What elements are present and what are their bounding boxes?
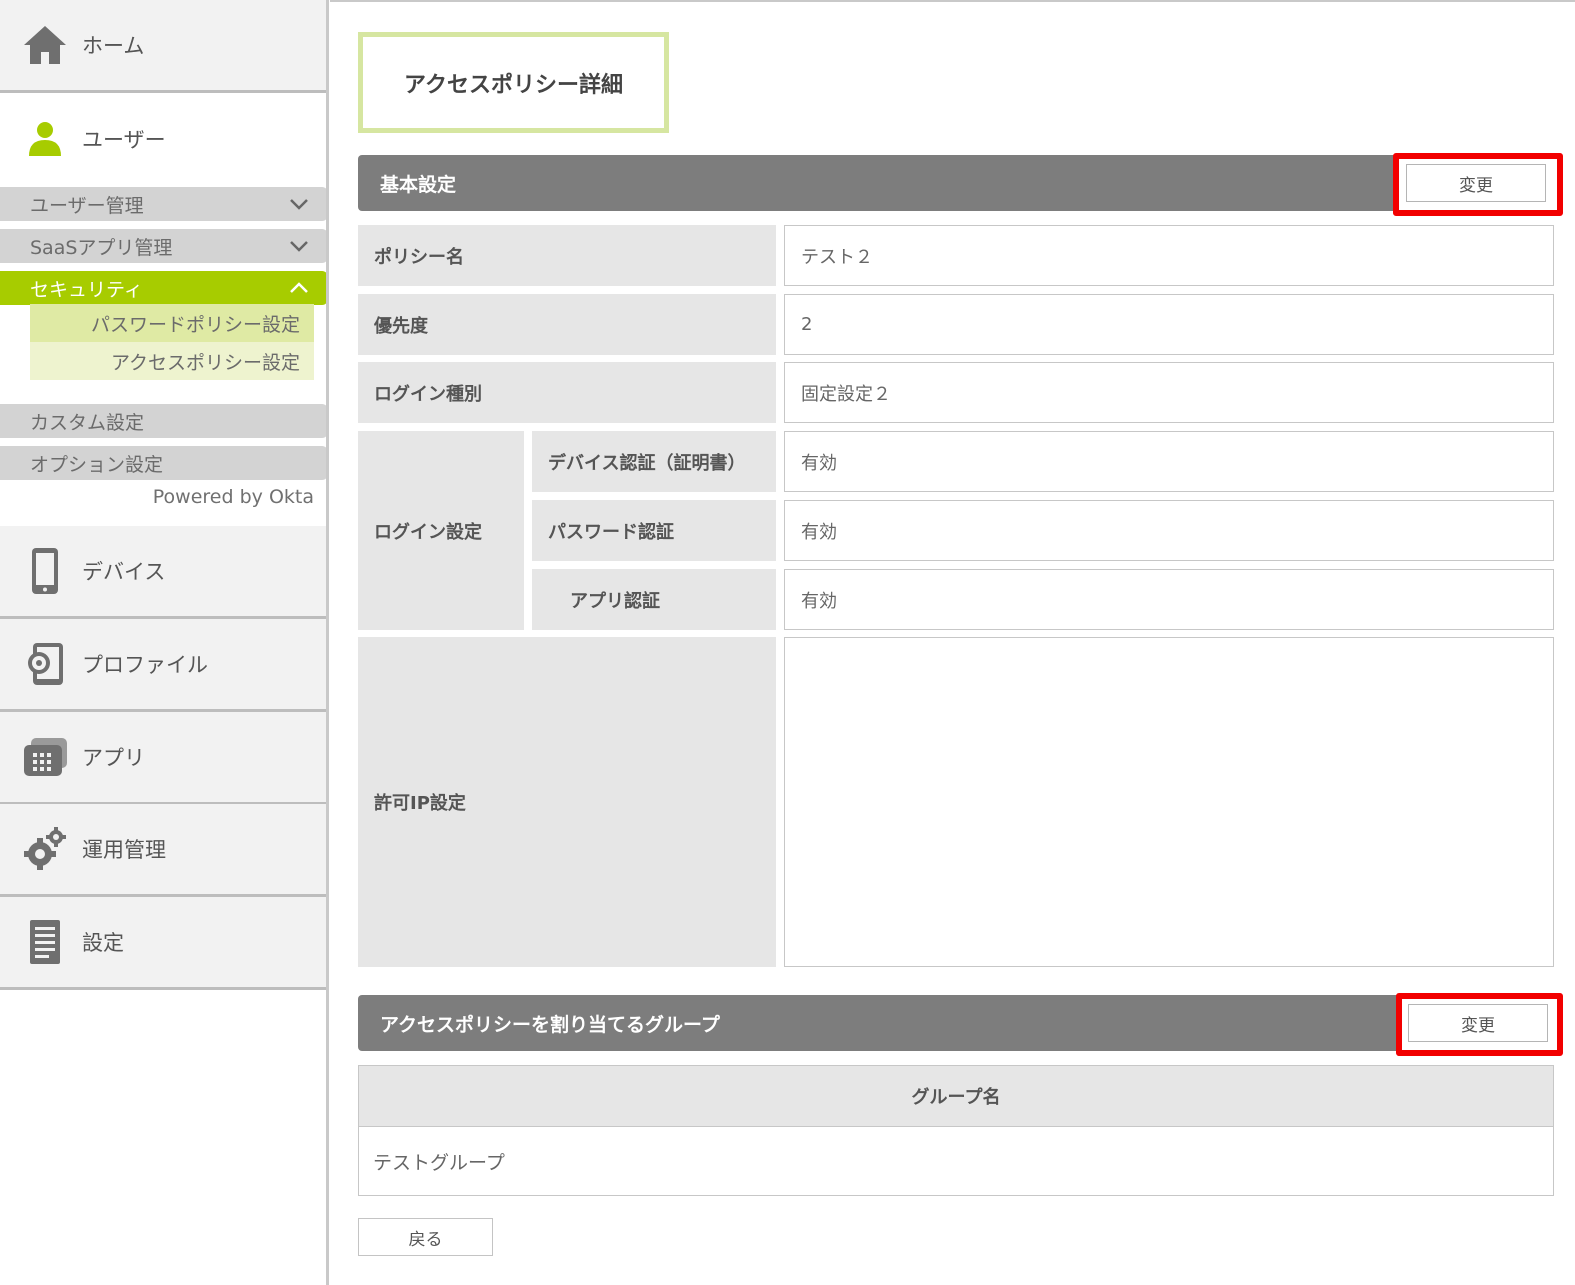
field-value: 2 (801, 314, 813, 335)
sidebar: ホーム ユーザー ユーザー管理 SaaSアプリ管理 セキュリティ パスワードポリ… (0, 0, 330, 1285)
nav-profile[interactable]: プロファイル (0, 619, 328, 712)
nav-device-label: デバイス (82, 560, 166, 584)
field-label: ログイン設定 (374, 521, 482, 543)
field-label: 許可IP設定 (374, 793, 466, 814)
sidebar-item-label: SaaSアプリ管理 (30, 236, 173, 259)
value-password-auth: 有効 (784, 500, 1554, 561)
value-app-auth: 有効 (784, 569, 1554, 630)
nav-settings[interactable]: 設定 (0, 897, 328, 990)
page-title-text: アクセスポリシー詳細 (404, 72, 623, 98)
user-icon (20, 114, 70, 164)
value-priority: 2 (784, 294, 1554, 355)
back-button[interactable]: 戻る (358, 1218, 493, 1256)
apps-icon (20, 732, 70, 782)
field-label: ポリシー名 (374, 246, 464, 268)
table-header-group-name: グループ名 (359, 1066, 1553, 1127)
label-login-type: ログイン種別 (358, 362, 776, 423)
sidebar-item-label: パスワードポリシー設定 (90, 313, 300, 336)
change-button-label: 変更 (1459, 175, 1493, 196)
nav-profile-label: プロファイル (82, 653, 208, 677)
change-groups-button[interactable]: 変更 (1408, 1004, 1548, 1042)
document-icon (20, 917, 70, 967)
section-header-basic: 基本設定 (358, 155, 1554, 211)
column-label: グループ名 (911, 1087, 1001, 1108)
nav-operations[interactable]: 運用管理 (0, 804, 328, 897)
label-priority: 優先度 (358, 294, 776, 355)
sidebar-item-option-settings[interactable]: オプション設定 (0, 446, 328, 480)
section-title: アクセスポリシーを割り当てるグループ (380, 1013, 720, 1036)
chevron-down-icon (290, 241, 308, 252)
back-button-label: 戻る (408, 1229, 443, 1250)
profile-gear-icon (20, 639, 70, 689)
smartphone-icon (20, 546, 70, 596)
nav-settings-label: 設定 (82, 931, 124, 955)
field-label: 優先度 (374, 315, 428, 337)
table-row[interactable]: テストグループ (359, 1128, 1553, 1195)
value-device-auth: 有効 (784, 431, 1554, 492)
field-value: 固定設定２ (801, 383, 891, 405)
label-login-settings: ログイン設定 (358, 431, 524, 630)
label-password-auth: パスワード認証 (532, 500, 776, 561)
page-title: アクセスポリシー詳細 (358, 32, 669, 133)
nav-device[interactable]: デバイス (0, 526, 328, 619)
sidebar-item-label: セキュリティ (30, 278, 143, 301)
change-button-label: 変更 (1461, 1015, 1495, 1036)
chevron-up-icon (290, 282, 308, 293)
nav-user-label: ユーザー (82, 128, 166, 152)
nav-operations-label: 運用管理 (82, 838, 166, 862)
field-label: パスワード認証 (548, 521, 674, 543)
chevron-down-icon (290, 199, 308, 210)
label-policy-name: ポリシー名 (358, 225, 776, 286)
value-policy-name: テスト２ (784, 225, 1554, 286)
value-allowed-ip (784, 637, 1554, 967)
sidebar-item-label: オプション設定 (30, 453, 164, 476)
sidebar-item-password-policy[interactable]: パスワードポリシー設定 (30, 304, 314, 342)
section-header-groups: アクセスポリシーを割り当てるグループ (358, 995, 1554, 1051)
nav-apps-label: アプリ (82, 746, 145, 770)
field-label: ログイン種別 (374, 383, 482, 405)
powered-by-text: Powered by Okta (152, 486, 314, 508)
change-highlight: 変更 (1393, 153, 1563, 216)
change-highlight: 変更 (1396, 993, 1563, 1056)
group-name-cell: テストグループ (373, 1152, 505, 1174)
change-basic-button[interactable]: 変更 (1406, 164, 1546, 202)
nav-user[interactable]: ユーザー (0, 95, 328, 183)
gears-icon (20, 824, 70, 874)
section-title: 基本設定 (380, 173, 457, 196)
label-allowed-ip: 許可IP設定 (358, 637, 776, 967)
field-value: 有効 (801, 590, 837, 612)
sidebar-item-label: ユーザー管理 (30, 194, 144, 217)
label-app-auth: アプリ認証 (532, 569, 776, 630)
field-value: 有効 (801, 452, 837, 474)
groups-table: グループ名 テストグループ (358, 1065, 1554, 1196)
nav-apps[interactable]: アプリ (0, 712, 328, 805)
sidebar-item-label: カスタム設定 (30, 411, 145, 434)
sidebar-item-security[interactable]: セキュリティ (0, 271, 328, 305)
sidebar-item-saas-apps[interactable]: SaaSアプリ管理 (0, 229, 328, 263)
field-value: 有効 (801, 521, 837, 543)
field-label: デバイス認証（証明書） (548, 452, 746, 474)
field-label: アプリ認証 (570, 590, 660, 612)
home-icon (20, 20, 70, 70)
sidebar-divider (326, 0, 329, 1285)
nav-home[interactable]: ホーム (0, 0, 328, 93)
nav-home-label: ホーム (82, 34, 145, 58)
sidebar-item-access-policy[interactable]: アクセスポリシー設定 (30, 342, 314, 380)
label-device-auth: デバイス認証（証明書） (532, 431, 776, 492)
sidebar-item-label: アクセスポリシー設定 (110, 351, 300, 374)
sidebar-item-user-management[interactable]: ユーザー管理 (0, 187, 328, 221)
value-login-type: 固定設定２ (784, 362, 1554, 423)
sidebar-item-custom-settings[interactable]: カスタム設定 (0, 404, 328, 438)
field-value: テスト２ (801, 246, 873, 268)
